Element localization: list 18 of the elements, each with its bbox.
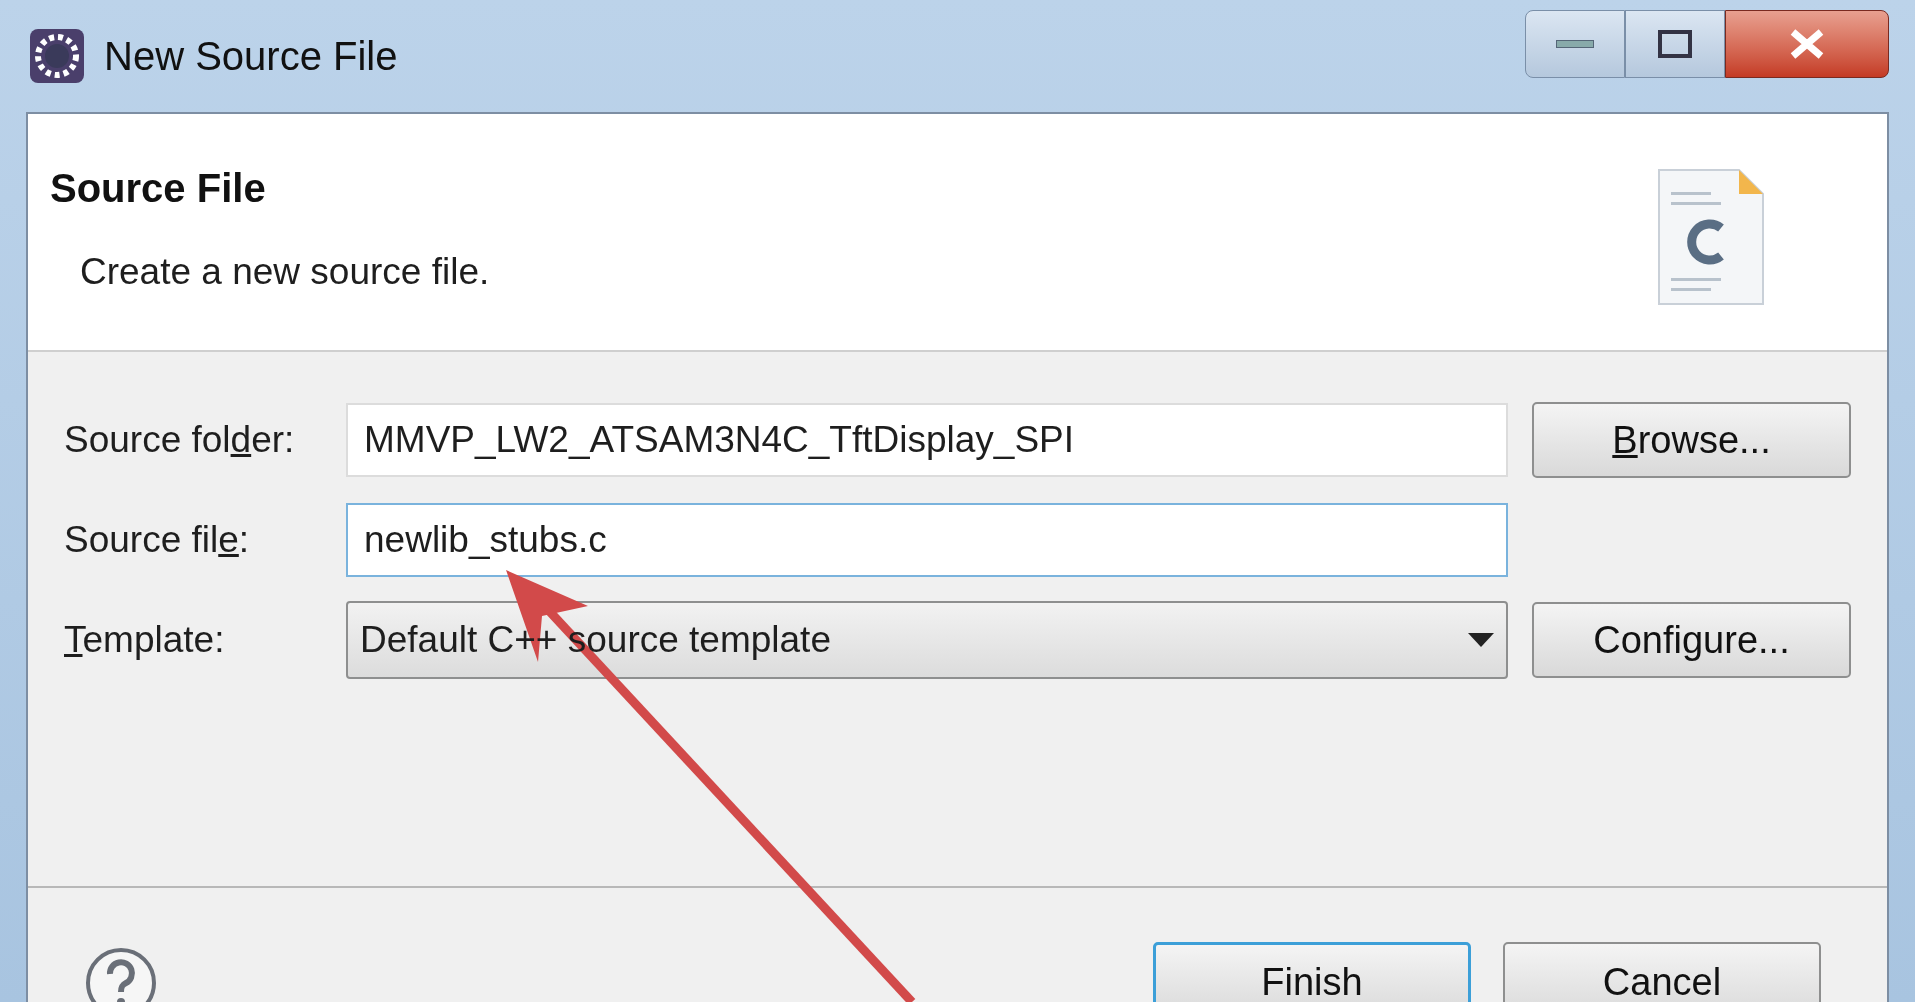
file-icon — [1655, 166, 1767, 308]
field-label: Source folder: — [63, 418, 296, 463]
text-field[interactable]: newlib_stubs.c — [346, 503, 1508, 577]
header-description: Create a new source file. — [80, 250, 491, 294]
gear-icon — [28, 27, 86, 85]
dialog-button[interactable]: Configure... — [1532, 602, 1851, 678]
field-label: Source file: — [63, 518, 251, 563]
close-button[interactable] — [1725, 10, 1889, 78]
dialog-button[interactable]: Finish — [1153, 942, 1471, 1002]
text-field[interactable]: MMVP_LW2_ATSAM3N4C_TftDisplay_SPI — [346, 403, 1508, 477]
window-title: New Source File — [104, 33, 398, 80]
close-icon — [1790, 29, 1824, 59]
caret-icon — [1468, 633, 1494, 647]
dialog-button[interactable]: Browse... — [1532, 402, 1851, 478]
dialog-button[interactable]: Cancel — [1503, 942, 1821, 1002]
field-label: Template: — [63, 618, 226, 663]
maximize-button[interactable] — [1625, 10, 1725, 78]
header-title: Source File — [50, 165, 267, 212]
